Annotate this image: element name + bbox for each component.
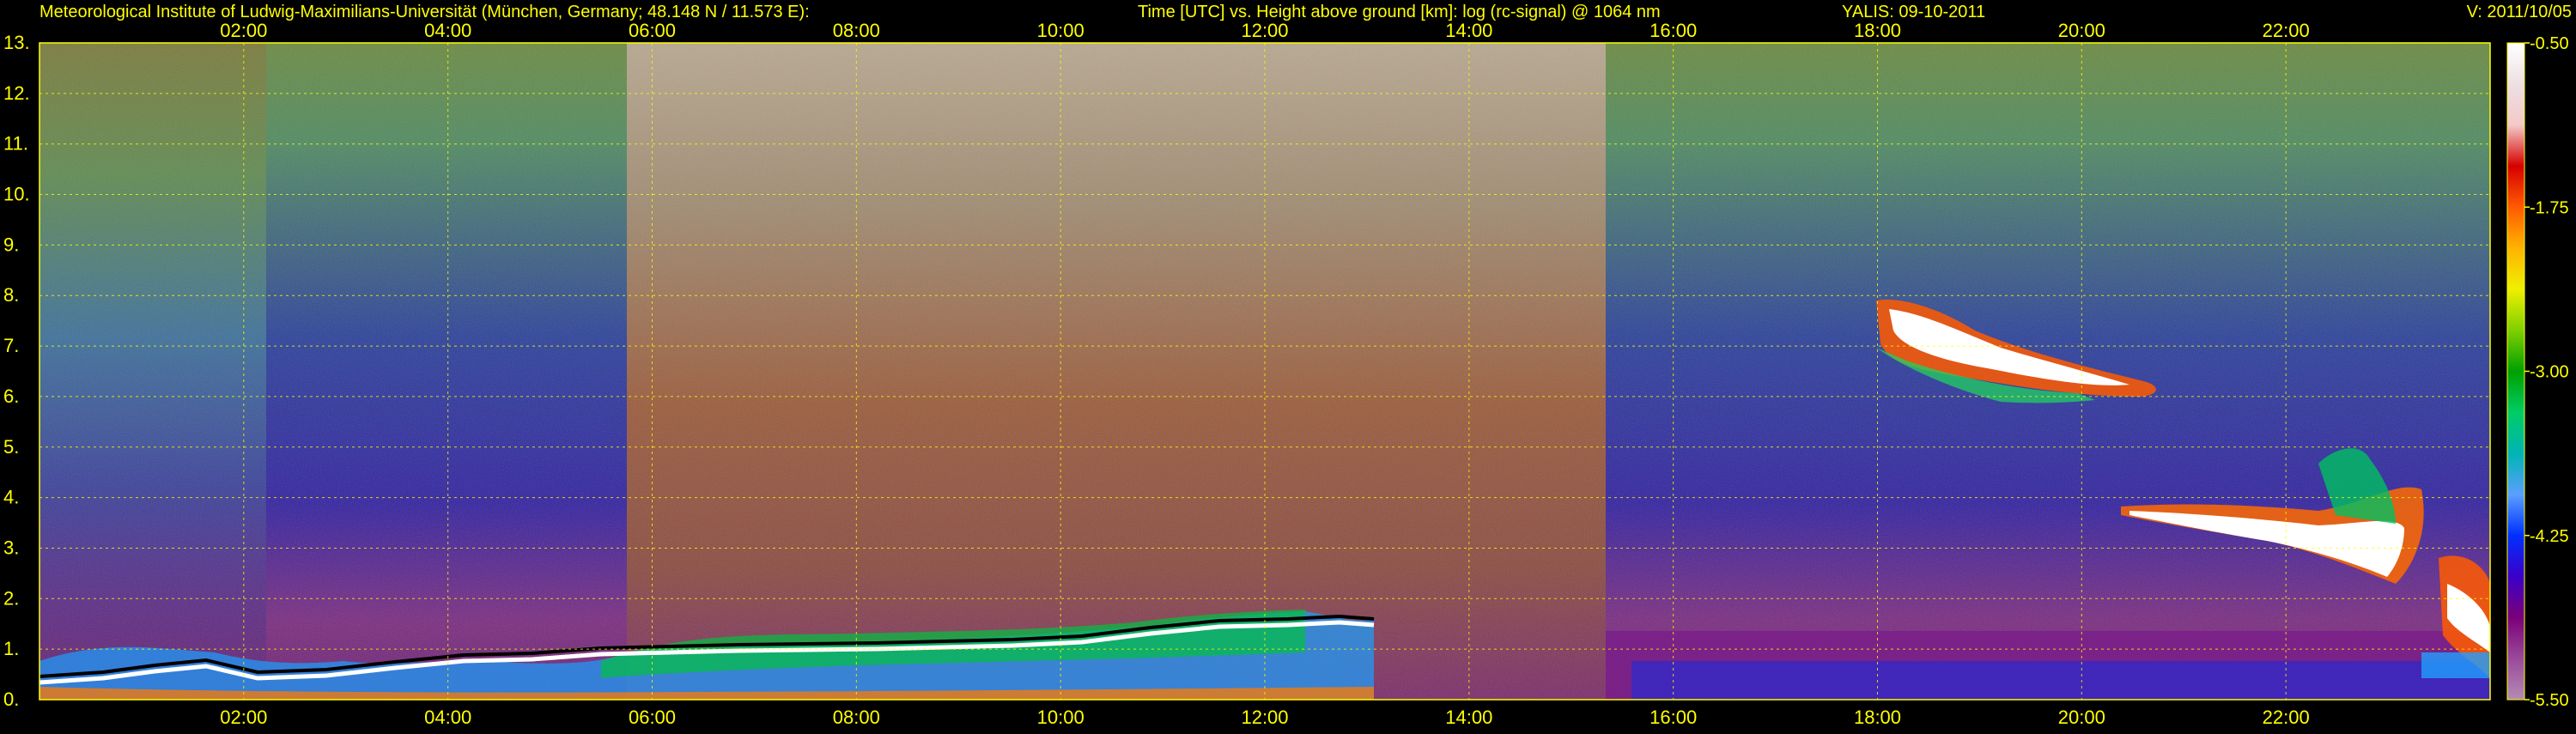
y-tick-label: 5. xyxy=(3,436,19,458)
x-tick-label-bottom: 02:00 xyxy=(220,707,267,728)
y-axis-ticks: 0. 1. 2. 3. 4. 5. 6. 7. 8. 9. 10. 11. 12. 13. xyxy=(3,32,30,710)
x-tick-label-top: 16:00 xyxy=(1649,20,1697,41)
y-tick-label: 10. xyxy=(3,184,30,205)
colorbar-tick-label: -1.75 xyxy=(2530,198,2569,217)
station-date-label: YALIS: 09-10-2011 xyxy=(1842,3,1985,21)
version-label: V: 2011/10/05 xyxy=(2467,3,2572,21)
colorbar-ticks: -0.50 -1.75 -3.00 -4.25 -5.50 xyxy=(2524,34,2569,710)
plot-title: Time [UTC] vs. Height above ground [km]:… xyxy=(1138,3,1661,21)
colorbar-tick-label: -3.00 xyxy=(2530,363,2569,382)
colorbar-tick-label: -0.50 xyxy=(2530,34,2569,53)
y-tick-label: 6. xyxy=(3,385,19,407)
x-axis-bottom-ticks: 02:00 04:00 06:00 08:00 10:00 12:00 14:00 16:00… xyxy=(220,707,2309,728)
x-tick-label-bottom: 12:00 xyxy=(1241,707,1288,728)
colorbar: -0.50 -1.75 -3.00 -4.25 -5.50 xyxy=(2506,34,2569,710)
colorbar-gradient xyxy=(2506,42,2525,701)
x-tick-label-top: 22:00 xyxy=(2263,20,2310,41)
lidar-heatmap-chart: 02:00 04:00 06:00 08:00 10:00 12:00 14:00 16:00… xyxy=(3,3,2572,728)
x-tick-label-top: 10:00 xyxy=(1037,20,1084,41)
institute-label: Meteorological Institute of Ludwig-Maxim… xyxy=(39,3,810,21)
y-tick-label: 12. xyxy=(3,82,30,104)
lower-blue-layer xyxy=(1631,661,2490,700)
x-tick-label-bottom: 08:00 xyxy=(833,707,880,728)
x-tick-label-top: 08:00 xyxy=(833,20,880,41)
x-tick-label-top: 18:00 xyxy=(1854,20,1901,41)
x-tick-label-top: 12:00 xyxy=(1241,20,1288,41)
x-tick-label-bottom: 18:00 xyxy=(1854,707,1901,728)
colorbar-tick-label: -5.50 xyxy=(2530,691,2569,710)
y-tick-label: 1. xyxy=(3,638,19,659)
y-tick-label: 2. xyxy=(3,587,19,609)
x-tick-label-bottom: 20:00 xyxy=(2058,707,2105,728)
low-cloud-right-base xyxy=(2421,652,2490,678)
x-tick-label-bottom: 14:00 xyxy=(1445,707,1492,728)
x-tick-label-bottom: 22:00 xyxy=(2263,707,2310,728)
y-tick-label: 9. xyxy=(3,234,19,255)
x-tick-label-bottom: 04:00 xyxy=(424,707,471,728)
y-tick-label: 11. xyxy=(3,133,28,155)
lidar-plot-root: 02:00 04:00 06:00 08:00 10:00 12:00 14:00 16:00… xyxy=(0,0,2576,730)
x-tick-label-top: 04:00 xyxy=(424,20,471,41)
y-tick-label: 4. xyxy=(3,487,19,508)
colorbar-tick-label: -4.25 xyxy=(2530,527,2569,546)
x-tick-label-top: 02:00 xyxy=(220,20,267,41)
y-tick-label: 7. xyxy=(3,335,19,356)
y-tick-label: 8. xyxy=(3,284,19,306)
x-tick-label-top: 20:00 xyxy=(2058,20,2105,41)
y-tick-label: 13. xyxy=(3,32,30,53)
x-tick-label-bottom: 10:00 xyxy=(1037,707,1084,728)
y-tick-label: 3. xyxy=(3,537,19,558)
x-tick-label-bottom: 06:00 xyxy=(629,707,676,728)
x-tick-label-top: 14:00 xyxy=(1445,20,1492,41)
x-tick-label-bottom: 16:00 xyxy=(1649,707,1697,728)
x-tick-label-top: 06:00 xyxy=(629,20,676,41)
y-tick-label: 0. xyxy=(3,689,19,710)
x-axis-top-ticks: 02:00 04:00 06:00 08:00 10:00 12:00 14:00 16:00… xyxy=(220,20,2309,41)
